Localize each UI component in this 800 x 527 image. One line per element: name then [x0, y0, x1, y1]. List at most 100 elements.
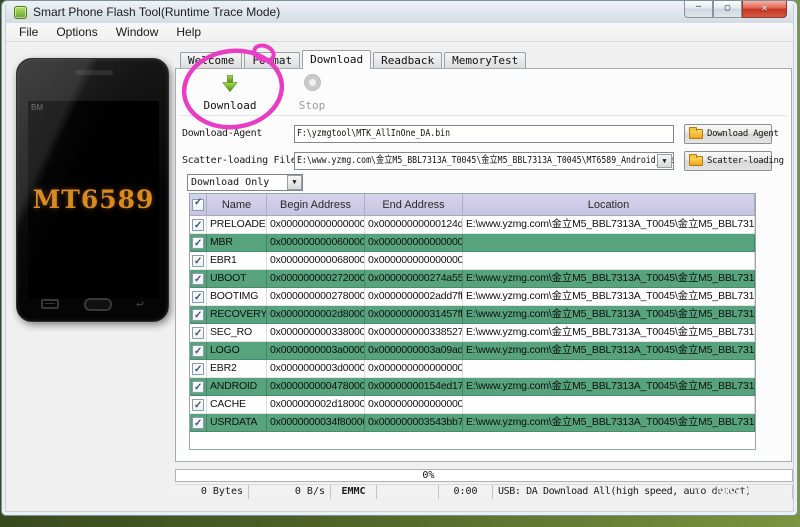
tab-readback[interactable]: Readback [373, 52, 443, 68]
tab-download[interactable]: Download [302, 50, 372, 69]
cell-name: RECOVERY [207, 306, 267, 324]
stop-icon [304, 75, 320, 90]
scatter-dropdown-arrow-icon[interactable] [657, 154, 672, 168]
cell-location [463, 396, 755, 414]
tab-strip: Welcome Format Download Readback MemoryTest [175, 49, 792, 69]
cell-location: E:\www.yzmg.com\金立M5_BBL7313A_T0045\金立M5… [463, 378, 755, 396]
title-bar[interactable]: Smart Phone Flash Tool(Runtime Trace Mod… [6, 1, 793, 23]
row-checkbox[interactable] [192, 289, 204, 305]
tab-memorytest[interactable]: MemoryTest [444, 52, 527, 68]
menu-help[interactable]: Help [167, 23, 210, 41]
scatter-file-combobox[interactable]: E:\www.yzmg.com\金立M5_BBL7313A_T0045\金立M5… [294, 152, 674, 170]
table-row-logo[interactable]: LOGO0x0000000003a000000x0000000003a09adb… [190, 342, 755, 360]
cell-location [463, 360, 755, 378]
row-checkbox[interactable] [192, 415, 204, 431]
table-row-bootimg[interactable]: BOOTIMG0x00000000027800000x0000000002add… [190, 288, 755, 306]
download-agent-input[interactable]: F:\yzmgtool\MTK_AllInOne_DA.bin [294, 125, 674, 143]
stop-button[interactable]: Stop [276, 73, 348, 113]
download-tab-panel: Download Stop Download-Agent F:\yzmgtool… [175, 68, 792, 462]
table-row-uboot[interactable]: UBOOT0x00000000027200000x000000000274a55… [190, 270, 755, 288]
row-checkbox[interactable] [192, 325, 204, 341]
row-checkbox[interactable] [192, 361, 204, 377]
select-all-checkbox[interactable] [192, 197, 204, 211]
table-row-usrdata[interactable]: USRDATA0x0000000034f800000x000000003543b… [190, 414, 755, 432]
header-begin-address[interactable]: Begin Address [267, 194, 365, 215]
phone-screen: BM MT6589 [28, 101, 159, 298]
cell-location [463, 252, 755, 270]
cell-begin: 0x0000000034f80000 [267, 414, 365, 432]
table-row-cache[interactable]: CACHE0x000000002d1800000x000000000000000… [190, 396, 755, 414]
cell-begin: 0x0000000000600000 [267, 234, 365, 252]
menu-file[interactable]: File [10, 23, 47, 41]
row-checkbox-cell [190, 396, 207, 414]
cell-end: 0x0000000000000000 [365, 396, 463, 414]
cell-name: SEC_RO [207, 324, 267, 342]
cell-begin: 0x0000000002720000 [267, 270, 365, 288]
mode-dropdown-arrow-icon[interactable] [287, 175, 302, 190]
row-checkbox[interactable] [192, 379, 204, 395]
cell-name: EBR1 [207, 252, 267, 270]
partition-table: Name Begin Address End Address Location … [189, 193, 756, 450]
table-row-ebr1[interactable]: EBR10x00000000006800000x0000000000000000 [190, 252, 755, 270]
maximize-button[interactable] [713, 1, 742, 18]
cell-location: E:\www.yzmg.com\金立M5_BBL7313A_T0045\金立M5… [463, 324, 755, 342]
table-row-ebr2[interactable]: EBR20x0000000003d000000x0000000000000000 [190, 360, 755, 378]
tab-format[interactable]: Format [244, 52, 301, 68]
toolbar-separator [180, 115, 787, 116]
minimize-button[interactable] [684, 1, 713, 18]
download-arrow-icon [222, 75, 238, 92]
row-checkbox-cell [190, 306, 207, 324]
cell-name: BOOTIMG [207, 288, 267, 306]
scatter-browse-button[interactable]: Scatter-loading [684, 151, 784, 171]
cell-begin: 0x0000000002d80000 [267, 306, 365, 324]
status-bar: 0 Bytes 0 B/s EMMC 0:00 USB: DA Download… [175, 484, 793, 499]
download-mode-select[interactable]: Download Only [187, 174, 303, 191]
row-checkbox[interactable] [192, 271, 204, 287]
row-checkbox-cell [190, 378, 207, 396]
menu-window[interactable]: Window [107, 23, 168, 41]
table-row-preloader[interactable]: PRELOADER0x00000000000000000x00000000000… [190, 216, 755, 234]
status-elapsed-time: 0:00 [439, 485, 493, 499]
download-button[interactable]: Download [194, 73, 266, 113]
header-end-address[interactable]: End Address [365, 194, 463, 215]
main-column: Welcome Format Download Readback MemoryTest … [175, 49, 792, 462]
cell-name: ANDROID [207, 378, 267, 396]
header-location[interactable]: Location [463, 194, 755, 215]
close-button[interactable] [742, 1, 787, 18]
status-speed: 0 B/s [249, 485, 331, 499]
cell-location: E:\www.yzmg.com\金立M5_BBL7313A_T0045\金立M5… [463, 216, 755, 234]
table-row-android[interactable]: ANDROID0x00000000047800000x00000000154ed… [190, 378, 755, 396]
cell-end: 0x00000000000124db [365, 216, 463, 234]
header-name[interactable]: Name [207, 194, 267, 215]
cell-end: 0x0000000002add7ff [365, 288, 463, 306]
table-row-mbr[interactable]: MBR0x00000000006000000x0000000000000000 [190, 234, 755, 252]
cell-begin: 0x0000000003380000 [267, 324, 365, 342]
phone-earpiece [75, 70, 113, 75]
download-agent-label: Download-Agent [182, 128, 263, 139]
table-row-sec_ro[interactable]: SEC_RO0x00000000033800000x00000000033852… [190, 324, 755, 342]
cell-end: 0x0000000000000000 [365, 360, 463, 378]
cell-end: 0x0000000003a09adb [365, 342, 463, 360]
table-row-recovery[interactable]: RECOVERY0x0000000002d800000x000000000314… [190, 306, 755, 324]
scatter-browse-label: Scatter-loading [707, 156, 784, 166]
row-checkbox[interactable] [192, 217, 204, 233]
cell-location: E:\www.yzmg.com\金立M5_BBL7313A_T0045\金立M5… [463, 414, 755, 432]
cell-location: E:\www.yzmg.com\金立M5_BBL7313A_T0045\金立M5… [463, 270, 755, 288]
cell-end: 0x0000000000000000 [365, 234, 463, 252]
menu-options[interactable]: Options [47, 23, 106, 41]
row-checkbox[interactable] [192, 397, 204, 413]
cell-end: 0x00000000154ed17f [365, 378, 463, 396]
progress-bar: 0% [175, 469, 793, 482]
folder-icon [689, 154, 703, 166]
download-agent-browse-button[interactable]: Download Agent [684, 124, 779, 144]
app-icon [14, 5, 27, 19]
cell-begin: 0x0000000000000000 [267, 216, 365, 234]
cell-end: 0x000000000274a55f [365, 270, 463, 288]
tab-welcome[interactable]: Welcome [180, 52, 243, 68]
row-checkbox[interactable] [192, 343, 204, 359]
row-checkbox[interactable] [192, 235, 204, 251]
row-checkbox[interactable] [192, 253, 204, 269]
cell-name: USRDATA [207, 414, 267, 432]
row-checkbox[interactable] [192, 307, 204, 323]
row-checkbox-cell [190, 360, 207, 378]
